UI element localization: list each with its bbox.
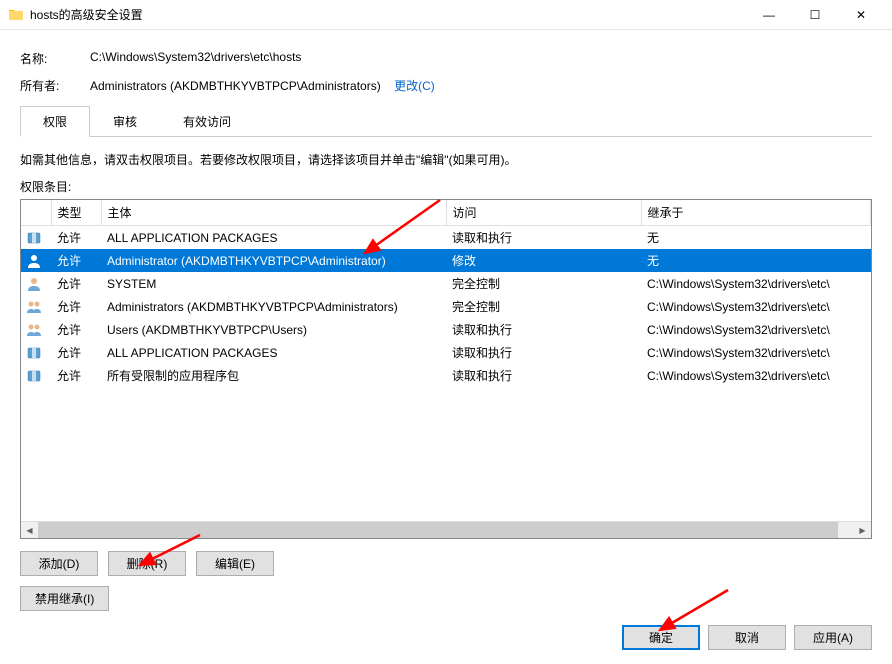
cell-inherited: C:\Windows\System32\drivers\etc\ xyxy=(641,295,871,318)
cell-access: 读取和执行 xyxy=(446,226,641,250)
cell-type: 允许 xyxy=(51,364,101,387)
principal-icon xyxy=(25,276,43,292)
cell-inherited: C:\Windows\System32\drivers\etc\ xyxy=(641,341,871,364)
cell-principal: ALL APPLICATION PACKAGES xyxy=(101,226,446,250)
maximize-button[interactable]: ☐ xyxy=(792,0,838,30)
col-inherited[interactable]: 继承于 xyxy=(641,200,871,226)
permissions-table-container: 类型 主体 访问 继承于 允许 ALL APPLICATION PACKAGES… xyxy=(20,199,872,539)
cell-type: 允许 xyxy=(51,226,101,250)
cell-principal: Administrators (AKDMBTHKYVBTPCP\Administ… xyxy=(101,295,446,318)
tab-effective-access[interactable]: 有效访问 xyxy=(160,106,254,136)
table-row[interactable]: 允许 Users (AKDMBTHKYVBTPCP\Users) 读取和执行 C… xyxy=(21,318,871,341)
scroll-left-icon[interactable]: ◀ xyxy=(21,522,38,539)
add-button[interactable]: 添加(D) xyxy=(20,551,98,576)
cell-principal: Users (AKDMBTHKYVBTPCP\Users) xyxy=(101,318,446,341)
table-row[interactable]: 允许 Administrator (AKDMBTHKYVBTPCP\Admini… xyxy=(21,249,871,272)
window-title: hosts的高级安全设置 xyxy=(30,6,746,23)
cell-type: 允许 xyxy=(51,341,101,364)
cell-type: 允许 xyxy=(51,249,101,272)
cell-inherited: C:\Windows\System32\drivers\etc\ xyxy=(641,364,871,387)
cell-principal: 所有受限制的应用程序包 xyxy=(101,364,446,387)
col-principal[interactable]: 主体 xyxy=(101,200,446,226)
close-button[interactable]: ✕ xyxy=(838,0,884,30)
cell-access: 修改 xyxy=(446,249,641,272)
owner-value: Administrators (AKDMBTHKYVBTPCP\Administ… xyxy=(90,79,381,93)
table-row[interactable]: 允许 Administrators (AKDMBTHKYVBTPCP\Admin… xyxy=(21,295,871,318)
apply-button[interactable]: 应用(A) xyxy=(794,625,872,650)
principal-icon xyxy=(25,345,43,361)
cell-access: 完全控制 xyxy=(446,272,641,295)
table-row[interactable]: 允许 SYSTEM 完全控制 C:\Windows\System32\drive… xyxy=(21,272,871,295)
cell-principal: Administrator (AKDMBTHKYVBTPCP\Administr… xyxy=(101,249,446,272)
principal-icon xyxy=(25,253,43,269)
dialog-content: 名称: C:\Windows\System32\drivers\etc\host… xyxy=(0,30,892,631)
remove-button[interactable]: 删除(R) xyxy=(108,551,186,576)
cell-principal: ALL APPLICATION PACKAGES xyxy=(101,341,446,364)
owner-label: 所有者: xyxy=(20,77,90,94)
change-owner-link[interactable]: 更改(C) xyxy=(394,79,435,93)
name-label: 名称: xyxy=(20,50,90,67)
tabs: 权限 审核 有效访问 xyxy=(20,106,872,137)
cell-inherited: 无 xyxy=(641,226,871,250)
table-row[interactable]: 允许 所有受限制的应用程序包 读取和执行 C:\Windows\System32… xyxy=(21,364,871,387)
cell-access: 完全控制 xyxy=(446,295,641,318)
permissions-table[interactable]: 类型 主体 访问 继承于 允许 ALL APPLICATION PACKAGES… xyxy=(21,200,871,387)
folder-icon xyxy=(8,7,24,23)
scroll-right-icon[interactable]: ▶ xyxy=(854,522,871,539)
principal-icon xyxy=(25,368,43,384)
principal-icon xyxy=(25,299,43,315)
col-type[interactable]: 类型 xyxy=(51,200,101,226)
disable-inheritance-button[interactable]: 禁用继承(I) xyxy=(20,586,109,611)
principal-icon xyxy=(25,230,43,246)
instruction-text: 如需其他信息，请双击权限项目。若要修改权限项目，请选择该项目并单击"编辑"(如果… xyxy=(20,151,872,168)
horizontal-scrollbar[interactable]: ◀ ▶ xyxy=(21,521,871,538)
cell-principal: SYSTEM xyxy=(101,272,446,295)
cell-inherited: C:\Windows\System32\drivers\etc\ xyxy=(641,318,871,341)
table-row[interactable]: 允许 ALL APPLICATION PACKAGES 读取和执行 C:\Win… xyxy=(21,341,871,364)
name-value: C:\Windows\System32\drivers\etc\hosts xyxy=(90,50,872,67)
edit-button[interactable]: 编辑(E) xyxy=(196,551,274,576)
cell-access: 读取和执行 xyxy=(446,318,641,341)
cell-inherited: C:\Windows\System32\drivers\etc\ xyxy=(641,272,871,295)
cell-access: 读取和执行 xyxy=(446,364,641,387)
cell-access: 读取和执行 xyxy=(446,341,641,364)
col-access[interactable]: 访问 xyxy=(446,200,641,226)
cancel-button[interactable]: 取消 xyxy=(708,625,786,650)
table-row[interactable]: 允许 ALL APPLICATION PACKAGES 读取和执行 无 xyxy=(21,226,871,250)
principal-icon xyxy=(25,322,43,338)
minimize-button[interactable]: — xyxy=(746,0,792,30)
cell-type: 允许 xyxy=(51,318,101,341)
tab-audit[interactable]: 审核 xyxy=(90,106,160,136)
cell-inherited: 无 xyxy=(641,249,871,272)
cell-type: 允许 xyxy=(51,272,101,295)
entries-label: 权限条目: xyxy=(20,178,872,195)
titlebar: hosts的高级安全设置 — ☐ ✕ xyxy=(0,0,892,30)
cell-type: 允许 xyxy=(51,295,101,318)
tab-permissions[interactable]: 权限 xyxy=(20,106,90,137)
ok-button[interactable]: 确定 xyxy=(622,625,700,650)
